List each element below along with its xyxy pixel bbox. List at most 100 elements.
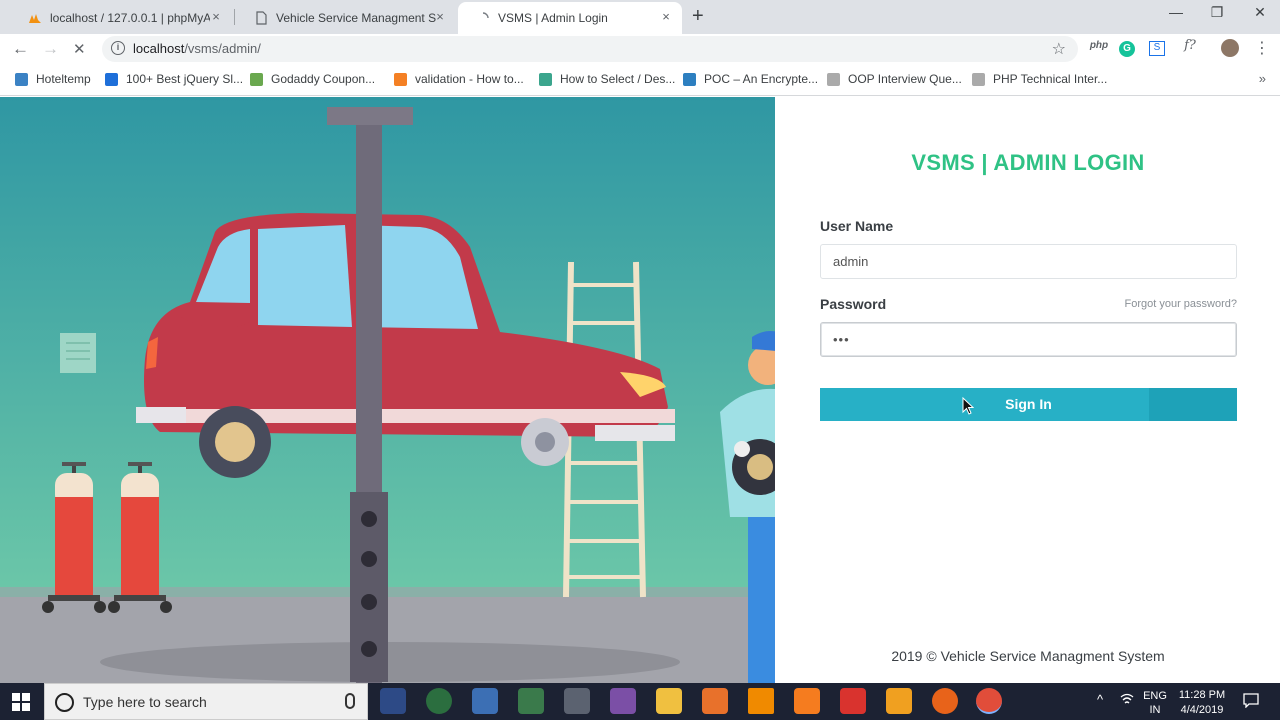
windows-taskbar: Type here to search ^ ENG IN 11:28 PM 4/… — [0, 683, 1280, 720]
copyright-footer: 2019 © Vehicle Service Managment System — [891, 648, 1165, 664]
username-field[interactable] — [820, 244, 1237, 279]
anydesk-icon[interactable] — [840, 688, 866, 714]
bookmark-favicon-icon — [827, 72, 840, 86]
bookmark-item[interactable]: Hoteltemp — [15, 72, 91, 86]
tab-divider — [234, 9, 235, 25]
login-panel: VSMS | ADMIN LOGIN User Name Password Fo… — [776, 97, 1280, 683]
profile-avatar[interactable] — [1221, 39, 1239, 57]
bookmark-item[interactable]: How to Select / Des... — [539, 72, 675, 86]
bookmark-item[interactable]: Godaddy Coupon... — [250, 72, 375, 86]
forgot-password-link[interactable]: Forgot your password? — [1076, 298, 1238, 310]
bookmark-favicon-icon — [15, 72, 28, 86]
bookmark-label: Godaddy Coupon... — [271, 72, 376, 86]
bookmarks-bar: Hoteltemp 100+ Best jQuery Sl... Godaddy… — [0, 64, 1280, 96]
bookmark-label: OOP Interview Que... — [848, 72, 962, 86]
bookmark-favicon-icon — [105, 72, 118, 86]
site-info-icon[interactable]: i — [111, 41, 125, 55]
screenshot-extension-icon[interactable]: S — [1149, 41, 1165, 56]
network-icon[interactable] — [472, 688, 498, 714]
mouse-cursor-icon — [962, 397, 974, 415]
browser-toolbar: ← → ✕ i localhost/vsms/admin/ ☆ php G S … — [0, 34, 1280, 64]
taskbar-search-box[interactable]: Type here to search — [44, 683, 368, 720]
tab-label: Vehicle Service Managment Syste — [276, 11, 436, 25]
new-tab-button[interactable]: + — [692, 5, 704, 28]
search-placeholder: Type here to search — [83, 694, 207, 710]
bookmark-item[interactable]: PHP Technical Inter... — [972, 72, 1107, 86]
bookmark-label: validation - How to... — [415, 72, 524, 86]
username-label: User Name — [820, 218, 894, 234]
tab-phpmyadmin[interactable]: localhost / 127.0.0.1 | phpMyAdm × — [10, 2, 232, 34]
xampp-alt-icon[interactable] — [794, 688, 820, 714]
url-text[interactable]: localhost/vsms/admin/ — [133, 41, 261, 56]
garage-scene-illustration — [0, 97, 775, 683]
app-icon[interactable] — [564, 688, 590, 714]
password-field[interactable] — [820, 322, 1237, 357]
paint-icon[interactable] — [610, 688, 636, 714]
tab-vsms-admin-login[interactable]: VSMS | Admin Login × — [458, 2, 682, 34]
url-host: localhost — [133, 41, 185, 56]
hero-illustration — [0, 97, 775, 683]
tray-expand-icon[interactable]: ^ — [1097, 692, 1103, 707]
bookmark-favicon-icon — [250, 72, 263, 86]
bookmark-label: 100+ Best jQuery Sl... — [126, 72, 244, 86]
browser-tab-strip: localhost / 127.0.0.1 | phpMyAdm × Vehic… — [0, 0, 1280, 34]
browser-app-icon[interactable] — [426, 688, 452, 714]
file-explorer-icon[interactable] — [656, 688, 682, 714]
tab-label: localhost / 127.0.0.1 | phpMyAdm — [50, 11, 210, 25]
tab-close-icon[interactable]: × — [658, 9, 674, 24]
language-indicator[interactable]: ENG IN — [1141, 686, 1169, 723]
windows-start-icon[interactable] — [12, 693, 30, 711]
bookmark-item[interactable]: POC – An Encrypte... — [683, 72, 818, 86]
forward-button[interactable]: → — [42, 39, 59, 59]
bookmark-item[interactable]: validation - How to... — [394, 72, 524, 86]
clock-date: 4/4/2019 — [1180, 704, 1224, 716]
bookmark-favicon-icon — [972, 72, 985, 86]
firefox-icon[interactable] — [932, 688, 958, 714]
formula-extension-icon[interactable]: f? — [1178, 38, 1202, 56]
notification-center-icon[interactable] — [1243, 692, 1259, 711]
minimize-button[interactable]: — — [1162, 4, 1190, 20]
sign-in-button[interactable]: Sign In — [820, 388, 1237, 421]
tab-vehicle-service[interactable]: Vehicle Service Managment Syste × — [236, 2, 456, 34]
back-button[interactable]: ← — [12, 39, 29, 59]
bookmark-label: How to Select / Des... — [560, 72, 676, 86]
bookmark-favicon-icon — [539, 72, 552, 86]
language-code: ENG — [1143, 690, 1167, 702]
chrome-icon[interactable] — [976, 688, 1002, 714]
clock-time: 11:28 PM — [1178, 689, 1226, 701]
maximize-button[interactable]: ❐ — [1203, 4, 1231, 21]
vlc-icon[interactable] — [748, 688, 774, 714]
url-path: /vsms/admin/ — [184, 41, 261, 56]
sublime-icon[interactable] — [886, 688, 912, 714]
window-close-button[interactable]: ✕ — [1246, 4, 1274, 21]
browser-menu-icon[interactable]: ⋮ — [1252, 38, 1272, 57]
tab-close-icon[interactable]: × — [432, 9, 448, 24]
page-icon — [256, 11, 267, 25]
bookmark-label: POC – An Encrypte... — [704, 72, 819, 86]
tab-close-icon[interactable]: × — [208, 9, 224, 24]
php-extension-icon[interactable]: php — [1089, 40, 1109, 58]
wifi-icon[interactable] — [1120, 692, 1134, 709]
password-label: Password — [820, 296, 887, 312]
phpmyadmin-icon — [29, 14, 41, 23]
tab-label: VSMS | Admin Login — [498, 11, 608, 25]
bookmark-label: PHP Technical Inter... — [993, 72, 1108, 86]
task-view-icon[interactable] — [380, 688, 406, 714]
microphone-icon[interactable] — [345, 693, 355, 709]
system-clock[interactable]: 11:28 PM 4/4/2019 — [1172, 686, 1232, 723]
wall-notice-icon — [60, 333, 96, 373]
cortana-icon — [55, 693, 74, 712]
grammarly-extension-icon[interactable]: G — [1119, 41, 1135, 57]
xampp-icon[interactable] — [702, 688, 728, 714]
bookmark-item[interactable]: 100+ Best jQuery Sl... — [105, 72, 243, 86]
stop-loading-button[interactable]: ✕ — [73, 40, 86, 58]
sign-in-label: Sign In — [1005, 396, 1052, 412]
bookmark-item[interactable]: OOP Interview Que... — [827, 72, 962, 86]
bookmark-label: Hoteltemp — [36, 72, 91, 86]
bookmarks-overflow-icon[interactable]: » — [1259, 71, 1266, 86]
bookmark-favicon-icon — [683, 72, 696, 86]
bookmark-star-icon[interactable]: ☆ — [1052, 39, 1066, 59]
region-code: IN — [1149, 704, 1161, 716]
address-bar[interactable]: i localhost/vsms/admin/ ☆ — [102, 36, 1078, 62]
app-icon[interactable] — [518, 688, 544, 714]
